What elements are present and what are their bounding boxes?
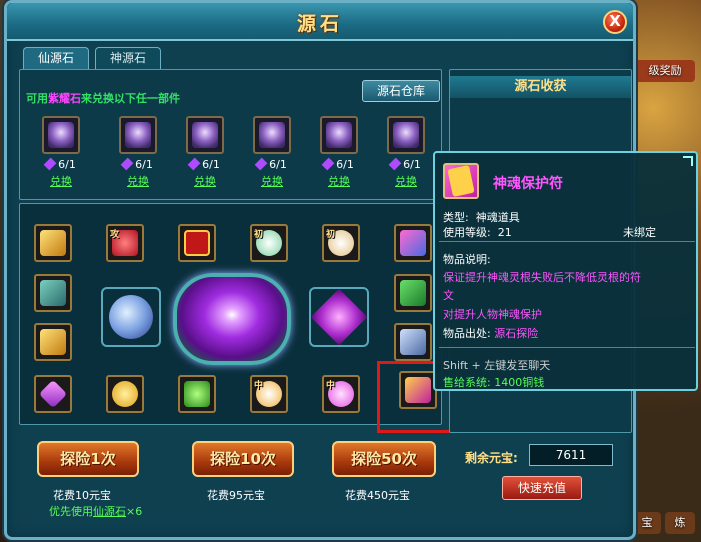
pink-pearl-icon[interactable]: 中 [322, 375, 360, 413]
desc-line: 保证提升神魂灵根失败后不降低灵根的符 [443, 271, 641, 284]
exchange-panel: 可用紫耀石来兑换以下任一部件 源石仓库 6/1 兑换 6/1 兑换 6/1 兑换… [19, 69, 442, 200]
red-gem-icon[interactable]: 攻 [106, 224, 144, 262]
exchange-item: 6/1 兑换 [180, 116, 230, 189]
cost-label: 花费10元宝 [53, 489, 111, 502]
close-button[interactable]: X [603, 10, 627, 34]
red-envelope-icon[interactable] [178, 224, 216, 262]
purple-crystal-icon[interactable] [309, 287, 369, 347]
exchange-link[interactable]: 兑换 [247, 173, 297, 189]
item-source: 物品出处: 源石探险 [443, 327, 539, 340]
storage-button[interactable]: 源石仓库 [362, 80, 440, 102]
tab-xian-source-stone[interactable]: 仙源石 [23, 47, 89, 69]
bg-chip-label[interactable]: 宝 [633, 512, 661, 534]
soul-protection-charm-icon [443, 163, 479, 199]
cost-label: 花费95元宝 [207, 489, 265, 502]
armor-piece-icon[interactable] [387, 116, 425, 154]
purple-gem-icon [120, 157, 134, 171]
harvest-panel-title: 源石收获 [450, 76, 631, 98]
game-screen: 级奖励 宝 炼 源石 X 仙源石 神源石 可用紫耀石来兑换以下任一部件 源石仓库… [0, 0, 701, 542]
explore-50-button[interactable]: 探险50次 [332, 441, 436, 477]
purple-gem-icon [187, 157, 201, 171]
exchange-item: 6/1 兑换 [314, 116, 364, 189]
green-herb-icon[interactable] [178, 375, 216, 413]
white-pearl-icon[interactable]: 初 [250, 224, 288, 262]
green-ticket-icon[interactable] [394, 274, 432, 312]
moon-stone-icon[interactable] [101, 287, 161, 347]
armor-piece-icon[interactable] [42, 116, 80, 154]
priority-hint: 优先使用仙源石×6 [49, 505, 143, 518]
bg-reward-label[interactable]: 级奖励 [635, 60, 695, 82]
item-type: 类型: 神魂道具 [443, 211, 520, 224]
item-name: 神魂保护符 [493, 176, 563, 192]
green-ticket-icon[interactable] [34, 274, 72, 312]
exchange-item: 6/1 兑换 [381, 116, 431, 189]
desc-line: 文 [443, 289, 454, 302]
explore-1-button[interactable]: 探险1次 [37, 441, 139, 477]
cost-label: 花费450元宝 [345, 489, 410, 502]
number-seven-icon[interactable] [394, 323, 432, 361]
exchange-link[interactable]: 兑换 [381, 173, 431, 189]
purple-gem-icon [321, 157, 335, 171]
window-title: 源石 [296, 13, 343, 35]
treasure-box-icon[interactable] [394, 224, 432, 262]
armor-piece-icon[interactable] [253, 116, 291, 154]
divider [439, 241, 695, 242]
tooltip-corner [683, 156, 693, 166]
desc-label: 物品说明: [443, 253, 491, 266]
remaining-value: 7611 [529, 444, 613, 466]
purple-source-stone-icon[interactable] [173, 273, 291, 365]
exchange-notice: 可用紫耀石来兑换以下任一部件 [26, 92, 180, 105]
gold-ticket-icon[interactable] [34, 323, 72, 361]
remaining-label: 剩余元宝: [465, 451, 518, 465]
item-tooltip: 神魂保护符 类型: 神魂道具 使用等级: 21 未绑定 物品说明: 保证提升神魂… [433, 151, 698, 391]
exchange-link[interactable]: 兑换 [36, 173, 86, 189]
item-level: 使用等级: 21 [443, 226, 512, 239]
white-pearl-icon[interactable]: 初 [322, 224, 360, 262]
exchange-link[interactable]: 兑换 [113, 173, 163, 189]
gold-pearl-icon[interactable]: 中 [250, 375, 288, 413]
pink-crystal-icon[interactable] [34, 375, 72, 413]
title-bar[interactable]: 源石 X [7, 3, 633, 41]
purple-gem-icon [43, 157, 57, 171]
exchange-link[interactable]: 兑换 [314, 173, 364, 189]
divider [439, 347, 695, 348]
gold-orb-icon[interactable] [106, 375, 144, 413]
quick-recharge-button[interactable]: 快速充值 [502, 476, 582, 500]
armor-piece-icon[interactable] [119, 116, 157, 154]
exchange-item: 6/1 兑换 [113, 116, 163, 189]
sell-price: 售给系统: 1400铜钱 [443, 376, 545, 389]
purple-gem-icon [388, 157, 402, 171]
source-stone-link[interactable]: 仙源石 [93, 505, 126, 518]
exchange-item: 6/1 兑换 [36, 116, 86, 189]
explore-10-button[interactable]: 探险10次 [192, 441, 294, 477]
gold-ticket-icon[interactable] [34, 224, 72, 262]
armor-piece-icon[interactable] [186, 116, 224, 154]
bg-chip-label[interactable]: 炼 [665, 512, 695, 534]
exchange-link[interactable]: 兑换 [180, 173, 230, 189]
purple-gem-icon [254, 157, 268, 171]
armor-piece-icon[interactable] [320, 116, 358, 154]
exchange-item: 6/1 兑换 [247, 116, 297, 189]
chat-hint: Shift + 左键发至聊天 [443, 359, 551, 372]
desc-line: 对提升人物神魂保护 [443, 308, 542, 321]
tab-shen-source-stone[interactable]: 神源石 [95, 47, 161, 69]
bind-status: 未绑定 [623, 226, 656, 239]
